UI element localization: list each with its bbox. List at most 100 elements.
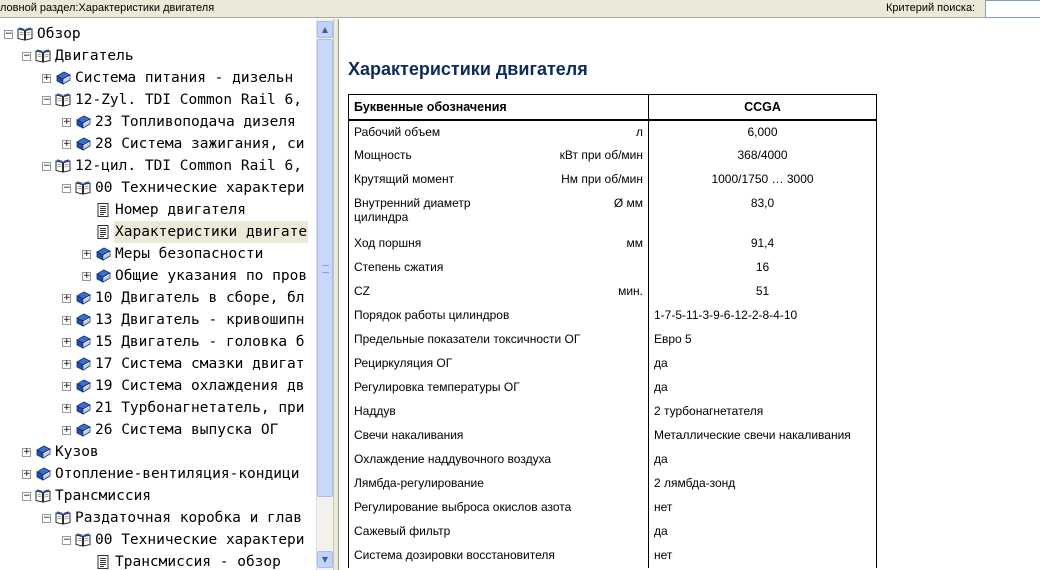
open-book-icon xyxy=(75,532,91,548)
table-header-row: Буквенные обозначения CCGA xyxy=(348,94,877,121)
spec-name-cell: Внутренний диаметр цилиндра Ø мм xyxy=(348,191,649,232)
tree-item[interactable]: Номер двигателя xyxy=(82,199,247,221)
tree-item[interactable]: − Раздаточная коробка и глав xyxy=(42,507,303,529)
spec-name: Степень сжатия xyxy=(354,259,444,274)
spec-value: нет xyxy=(648,543,877,568)
tree-item-label: Меры безопасности xyxy=(115,246,264,262)
tree-item-label: Раздаточная коробка и глав xyxy=(75,510,302,526)
tree-item[interactable]: − Двигатель xyxy=(22,45,135,67)
tree-item[interactable]: +23 Топливоподача дизеля xyxy=(62,111,297,133)
scroll-up-button[interactable]: ▲ xyxy=(317,21,333,38)
spec-value: 368/4000 xyxy=(648,143,877,168)
expand-icon[interactable]: + xyxy=(62,315,71,325)
closed-book-icon xyxy=(95,246,111,262)
search-input[interactable] xyxy=(985,0,1040,18)
expand-icon[interactable]: + xyxy=(62,139,71,149)
spec-value: Евро 5 xyxy=(648,327,877,352)
spec-name: Мощность xyxy=(354,147,412,162)
tree-item[interactable]: + Общие указания по пров xyxy=(82,265,308,287)
tree-item-label: 10 Двигатель в сборе, бл xyxy=(95,290,305,306)
scroll-down-button[interactable]: ▼ xyxy=(317,551,333,568)
spec-name: Лямбда-регулирование xyxy=(354,475,484,490)
tree-item[interactable]: − 12-Zyl. TDI Common Rail 6, xyxy=(42,89,303,111)
tree-item[interactable]: + Кузов xyxy=(22,441,100,463)
collapse-icon[interactable]: − xyxy=(42,161,51,171)
closed-book-icon xyxy=(75,334,91,350)
spec-name: Наддув xyxy=(354,403,396,418)
tree-item[interactable]: +19 Система охлаждения дв xyxy=(62,375,306,397)
expand-icon[interactable]: + xyxy=(62,337,71,347)
open-book-icon xyxy=(17,26,33,42)
tree-item[interactable]: + Отопление-вентиляция-кондици xyxy=(22,463,300,485)
tree-item[interactable]: − Трансмиссия xyxy=(22,485,152,507)
document-icon xyxy=(95,202,111,218)
collapse-icon[interactable]: − xyxy=(4,29,13,39)
tree-item[interactable]: − 12-цил. TDI Common Rail 6, xyxy=(42,155,303,177)
spec-name-cell: Мощность кВт при об/мин xyxy=(348,143,649,168)
table-row: Регулировка температуры ОГ да xyxy=(348,375,877,400)
spec-value: да xyxy=(648,351,877,376)
expand-icon[interactable]: + xyxy=(62,425,71,435)
tree-item-label: Трансмиссия - обзор xyxy=(115,554,281,570)
search-label: Критерий поиска: xyxy=(886,2,976,14)
collapse-icon[interactable]: − xyxy=(42,95,51,105)
tree-item[interactable]: + Система питания - дизельн xyxy=(42,67,294,89)
spec-name-cell: Крутящий момент Нм при об/мин xyxy=(348,167,649,192)
open-book-icon xyxy=(75,180,91,196)
spec-name-cell: Система дозировки восстановителя xyxy=(348,543,649,568)
expand-icon[interactable]: + xyxy=(62,117,71,127)
spec-name-cell: Порядок работы цилиндров xyxy=(348,303,649,328)
spec-name: Охлаждение наддувочного воздуха xyxy=(354,451,552,466)
spec-value: да xyxy=(648,447,877,472)
expand-icon[interactable]: + xyxy=(82,271,91,281)
tree-item[interactable]: +21 Турбонагнетатель, при xyxy=(62,397,306,419)
expand-icon[interactable]: + xyxy=(62,403,71,413)
spec-name-cell: Свечи накаливания xyxy=(348,423,649,448)
tree-item[interactable]: Трансмиссия - обзор xyxy=(82,551,282,570)
expand-icon[interactable]: + xyxy=(62,359,71,369)
tree-item[interactable]: +10 Двигатель в сборе, бл xyxy=(62,287,306,309)
tree-scrollbar[interactable]: ▲ ▼ xyxy=(316,19,333,570)
spec-value: 16 xyxy=(648,255,877,280)
tree-item[interactable]: +17 Система смазки двигат xyxy=(62,353,306,375)
spec-name-cell: Рабочий объем л xyxy=(348,119,649,144)
tree-item-label: Характеристики двигате xyxy=(114,221,309,243)
table-row: Свечи накаливания Металлические свечи нак… xyxy=(348,423,877,448)
closed-book-icon xyxy=(95,268,111,284)
tree-item[interactable]: + Меры безопасности xyxy=(82,243,264,265)
spec-unit: Ø мм xyxy=(613,195,643,210)
collapse-icon[interactable]: − xyxy=(42,513,51,523)
tree-item[interactable]: +13 Двигатель - кривошипн xyxy=(62,309,306,331)
tree-item-label: Общие указания по пров xyxy=(115,268,308,284)
spec-value: 2 лямбда-зонд xyxy=(648,471,877,496)
tree-item[interactable]: − 00 Технические характери xyxy=(62,177,306,199)
collapse-icon[interactable]: − xyxy=(62,535,71,545)
expand-icon[interactable]: + xyxy=(42,73,51,83)
tree-item[interactable]: Характеристики двигате xyxy=(82,221,309,243)
spec-unit: мин. xyxy=(618,283,643,298)
collapse-icon[interactable]: − xyxy=(22,491,31,501)
spec-name-cell: Ход поршня мм xyxy=(348,231,649,256)
expand-icon[interactable]: + xyxy=(22,469,31,479)
tree-item[interactable]: +15 Двигатель - головка б xyxy=(62,331,306,353)
expand-icon[interactable]: + xyxy=(62,293,71,303)
tree-item[interactable]: − Обзор xyxy=(4,23,82,45)
collapse-icon[interactable]: − xyxy=(22,51,31,61)
spec-value: 1-7-5-11-3-9-6-12-2-8-4-10 xyxy=(648,303,877,328)
closed-book-icon xyxy=(75,312,91,328)
tree-item[interactable]: +26 Система выпуска ОГ xyxy=(62,419,279,441)
collapse-icon[interactable]: − xyxy=(62,183,71,193)
spec-name: Рабочий объем xyxy=(354,124,441,139)
tree-item-label: 12-Zyl. TDI Common Rail 6, xyxy=(75,92,302,108)
tree-item[interactable]: − 00 Технические характери xyxy=(62,529,306,551)
tree-item-label: Кузов xyxy=(55,444,99,460)
panel-splitter[interactable] xyxy=(333,19,339,570)
expand-icon[interactable]: + xyxy=(22,447,31,457)
tree-item[interactable]: +28 Система зажигания, си xyxy=(62,133,306,155)
expand-icon[interactable]: + xyxy=(62,381,71,391)
tree-item-label: 00 Технические характери xyxy=(95,532,305,548)
scroll-thumb[interactable] xyxy=(317,39,333,497)
page-title: Характеристики двигателя xyxy=(348,59,588,79)
expand-icon[interactable]: + xyxy=(82,249,91,259)
spec-value: 2 турбонагнетателя xyxy=(648,399,877,424)
